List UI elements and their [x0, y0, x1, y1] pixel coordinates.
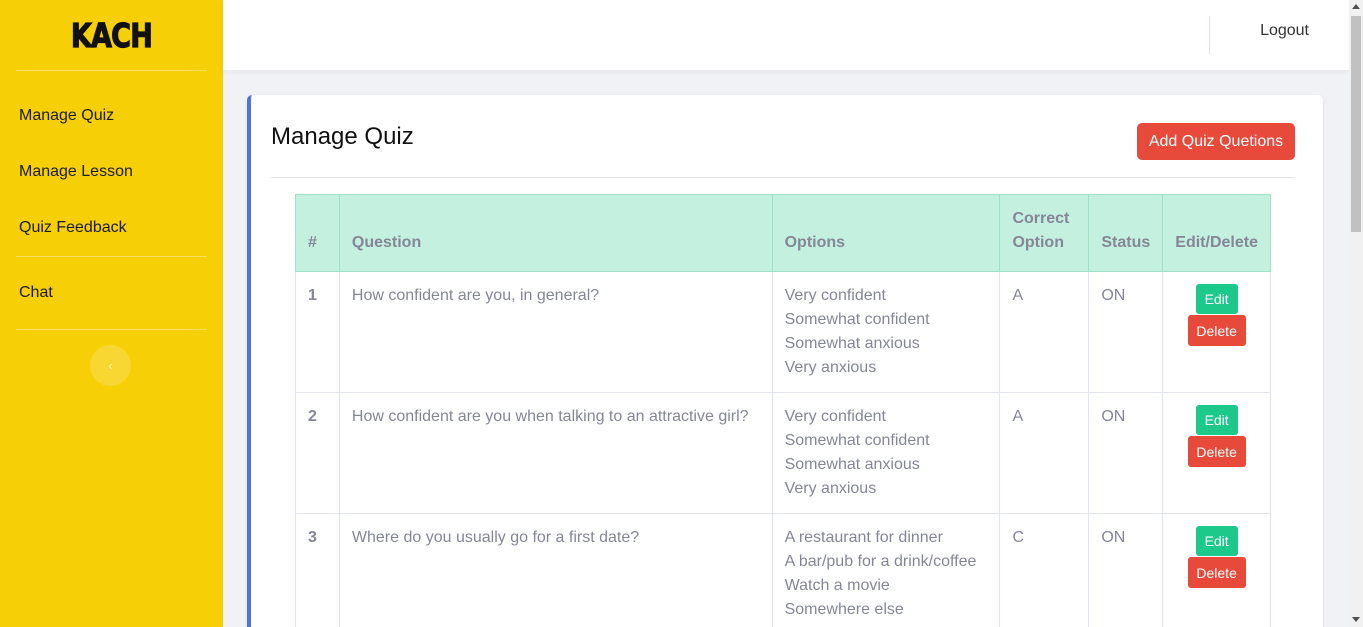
column-header-edit-delete[interactable]: Edit/Delete	[1162, 194, 1271, 272]
row-actions: Edit Delete	[1162, 392, 1271, 514]
row-question: How confident are you when talking to an…	[338, 392, 773, 514]
row-options: Very confident Somewhat confident Somewh…	[771, 271, 1001, 393]
row-number: 3	[295, 513, 340, 627]
table-row: 3 Where do you usually go for a first da…	[295, 513, 1271, 627]
row-actions: Edit Delete	[1162, 271, 1271, 393]
logout-link[interactable]: Logout	[1260, 22, 1309, 40]
option-text: Watch a movie	[784, 577, 890, 594]
option-text: Somewhere else	[784, 601, 904, 618]
topbar: Logout	[223, 0, 1349, 70]
edit-button[interactable]: Edit	[1195, 405, 1238, 435]
column-header-correct-option[interactable]: Correct Option	[999, 194, 1090, 272]
table-row: 1 How confident are you, in general? Ver…	[295, 271, 1271, 393]
option-text: Very confident	[784, 287, 886, 304]
scrollbar-thumb[interactable]	[1351, 16, 1361, 232]
page-scrollbar[interactable]	[1349, 0, 1363, 627]
sidebar-toggle-button[interactable]: ‹	[90, 345, 131, 386]
row-number: 2	[295, 392, 340, 514]
column-header-options[interactable]: Options	[771, 194, 1001, 272]
page-title: Manage Quiz	[271, 123, 414, 150]
add-quiz-questions-button[interactable]: Add Quiz Quetions	[1137, 123, 1295, 160]
edit-button[interactable]: Edit	[1195, 526, 1238, 556]
sidebar-item-manage-lesson[interactable]: Manage Lesson	[0, 144, 223, 200]
option-text: Somewhat anxious	[784, 456, 920, 473]
row-status: ON	[1088, 513, 1164, 627]
column-header-question[interactable]: Question	[338, 194, 773, 272]
brand-logo-text: KACH	[70, 15, 153, 55]
option-text: Very anxious	[784, 480, 877, 497]
chevron-left-icon: ‹	[108, 358, 113, 373]
row-question: How confident are you, in general?	[338, 271, 773, 393]
delete-button[interactable]: Delete	[1187, 436, 1246, 467]
row-question: Where do you usually go for a first date…	[338, 513, 773, 627]
option-text: Somewhat confident	[784, 311, 930, 328]
row-status: ON	[1088, 271, 1164, 393]
row-correct-option: C	[999, 513, 1090, 627]
sidebar: KACH Manage Quiz Manage Lesson Quiz Feed…	[0, 0, 223, 627]
row-correct-option: A	[999, 271, 1090, 393]
row-actions: Edit Delete	[1162, 513, 1271, 627]
brand-logo[interactable]: KACH	[0, 0, 223, 70]
topbar-divider	[1209, 16, 1210, 54]
sidebar-item-manage-quiz[interactable]: Manage Quiz	[0, 88, 223, 144]
row-status: ON	[1088, 392, 1164, 514]
sidebar-divider	[16, 329, 207, 330]
sidebar-item-chat[interactable]: Chat	[0, 257, 223, 329]
delete-button[interactable]: Delete	[1187, 315, 1246, 346]
delete-button[interactable]: Delete	[1187, 557, 1246, 588]
card-divider	[271, 177, 1295, 178]
row-options: Very confident Somewhat confident Somewh…	[771, 392, 1001, 514]
option-text: Very anxious	[784, 359, 877, 376]
option-text: A restaurant for dinner	[784, 529, 943, 546]
option-text: Very confident	[784, 408, 886, 425]
edit-button[interactable]: Edit	[1195, 284, 1238, 314]
row-options: A restaurant for dinner A bar/pub for a …	[771, 513, 1001, 627]
scroll-up-arrow-icon[interactable]	[1352, 4, 1360, 9]
manage-quiz-card: Manage Quiz Add Quiz Quetions # Question…	[247, 95, 1323, 627]
row-correct-option: A	[999, 392, 1090, 514]
sidebar-divider	[16, 70, 207, 71]
column-header-status[interactable]: Status	[1088, 194, 1164, 272]
table-row: 2 How confident are you when talking to …	[295, 392, 1271, 514]
option-text: A bar/pub for a drink/coffee	[784, 553, 977, 570]
option-text: Somewhat confident	[784, 432, 930, 449]
column-header-number[interactable]: #	[295, 194, 340, 272]
quiz-table: # Question Options Correct Option Status…	[295, 194, 1271, 627]
table-header-row: # Question Options Correct Option Status…	[295, 194, 1271, 272]
row-number: 1	[295, 271, 340, 393]
scroll-down-arrow-icon[interactable]	[1352, 617, 1360, 622]
sidebar-item-quiz-feedback[interactable]: Quiz Feedback	[0, 200, 223, 256]
option-text: Somewhat anxious	[784, 335, 920, 352]
